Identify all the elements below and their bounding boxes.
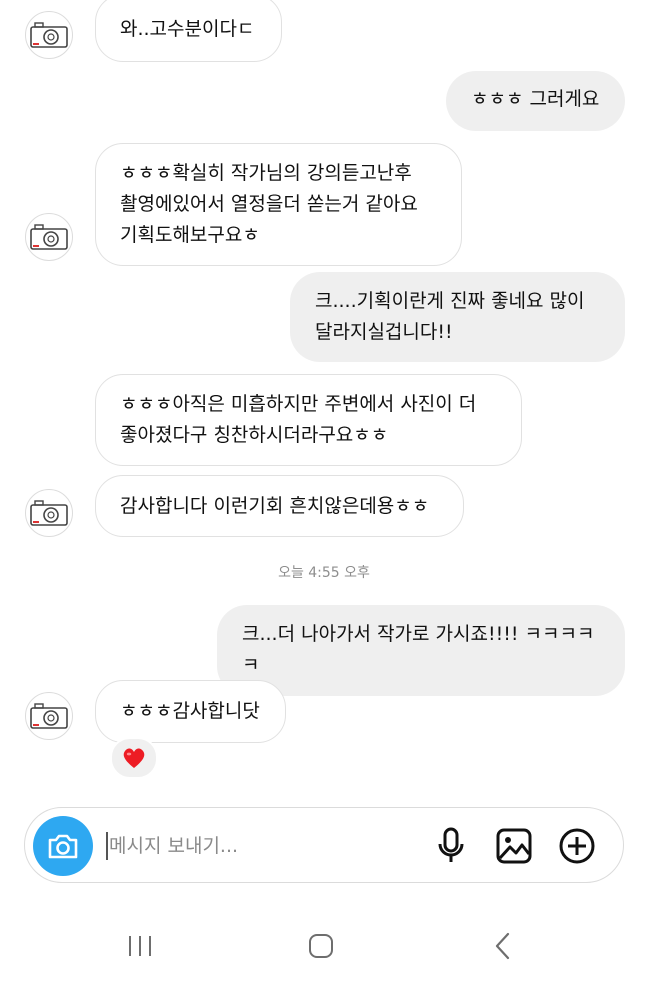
- camera-avatar-icon: [30, 500, 68, 526]
- recent-apps-button[interactable]: [116, 926, 164, 966]
- message-input[interactable]: [109, 828, 409, 864]
- heart-reaction[interactable]: [110, 737, 158, 779]
- home-button[interactable]: [297, 926, 345, 966]
- camera-icon: [48, 834, 78, 859]
- avatar[interactable]: [25, 489, 73, 537]
- heart-icon: [123, 748, 145, 768]
- avatar[interactable]: [25, 692, 73, 740]
- avatar[interactable]: [25, 213, 73, 261]
- incoming-message[interactable]: ㅎㅎㅎ감사합니닷: [95, 680, 286, 743]
- navigation-bar: [0, 900, 648, 984]
- add-button[interactable]: [557, 826, 597, 866]
- gallery-icon: [496, 828, 532, 864]
- camera-avatar-icon: [30, 22, 68, 48]
- recent-apps-icon: [129, 936, 151, 956]
- add-icon: [559, 828, 595, 864]
- message-composer: [24, 807, 624, 883]
- outgoing-message[interactable]: 크....기획이란게 진짜 좋네요 많이 달라지실겁니다!!: [290, 272, 625, 362]
- avatar[interactable]: [25, 11, 73, 59]
- back-icon: [495, 932, 510, 960]
- timestamp: 오늘 4:55 오후: [278, 565, 370, 581]
- camera-avatar-icon: [30, 703, 68, 729]
- microphone-icon: [438, 827, 464, 862]
- gallery-button[interactable]: [494, 826, 534, 866]
- incoming-message[interactable]: 감사합니다 이런기회 흔치않은데용ㅎㅎ: [95, 475, 464, 537]
- incoming-message[interactable]: ㅎㅎㅎ아직은 미흡하지만 주변에서 사진이 더 좋아졌다구 칭찬하시더라구요ㅎㅎ: [95, 374, 522, 466]
- microphone-button[interactable]: [431, 826, 471, 866]
- outgoing-message[interactable]: ㅎㅎㅎ 그러게요: [446, 71, 625, 131]
- back-button[interactable]: [479, 926, 527, 966]
- outgoing-message[interactable]: 크...더 나아가서 작가로 가시죠!!!! ㅋㅋㅋㅋㅋ: [217, 605, 625, 696]
- incoming-message[interactable]: ㅎㅎㅎ확실히 작가님의 강의듣고난후 촬영에있어서 열정을더 쏟는거 같아요 기…: [95, 143, 462, 266]
- home-icon: [309, 934, 333, 958]
- text-caret: [106, 832, 108, 860]
- camera-avatar-icon: [30, 224, 68, 250]
- incoming-message[interactable]: 와..고수분이다ㄷ: [95, 0, 282, 62]
- camera-button[interactable]: [33, 816, 93, 876]
